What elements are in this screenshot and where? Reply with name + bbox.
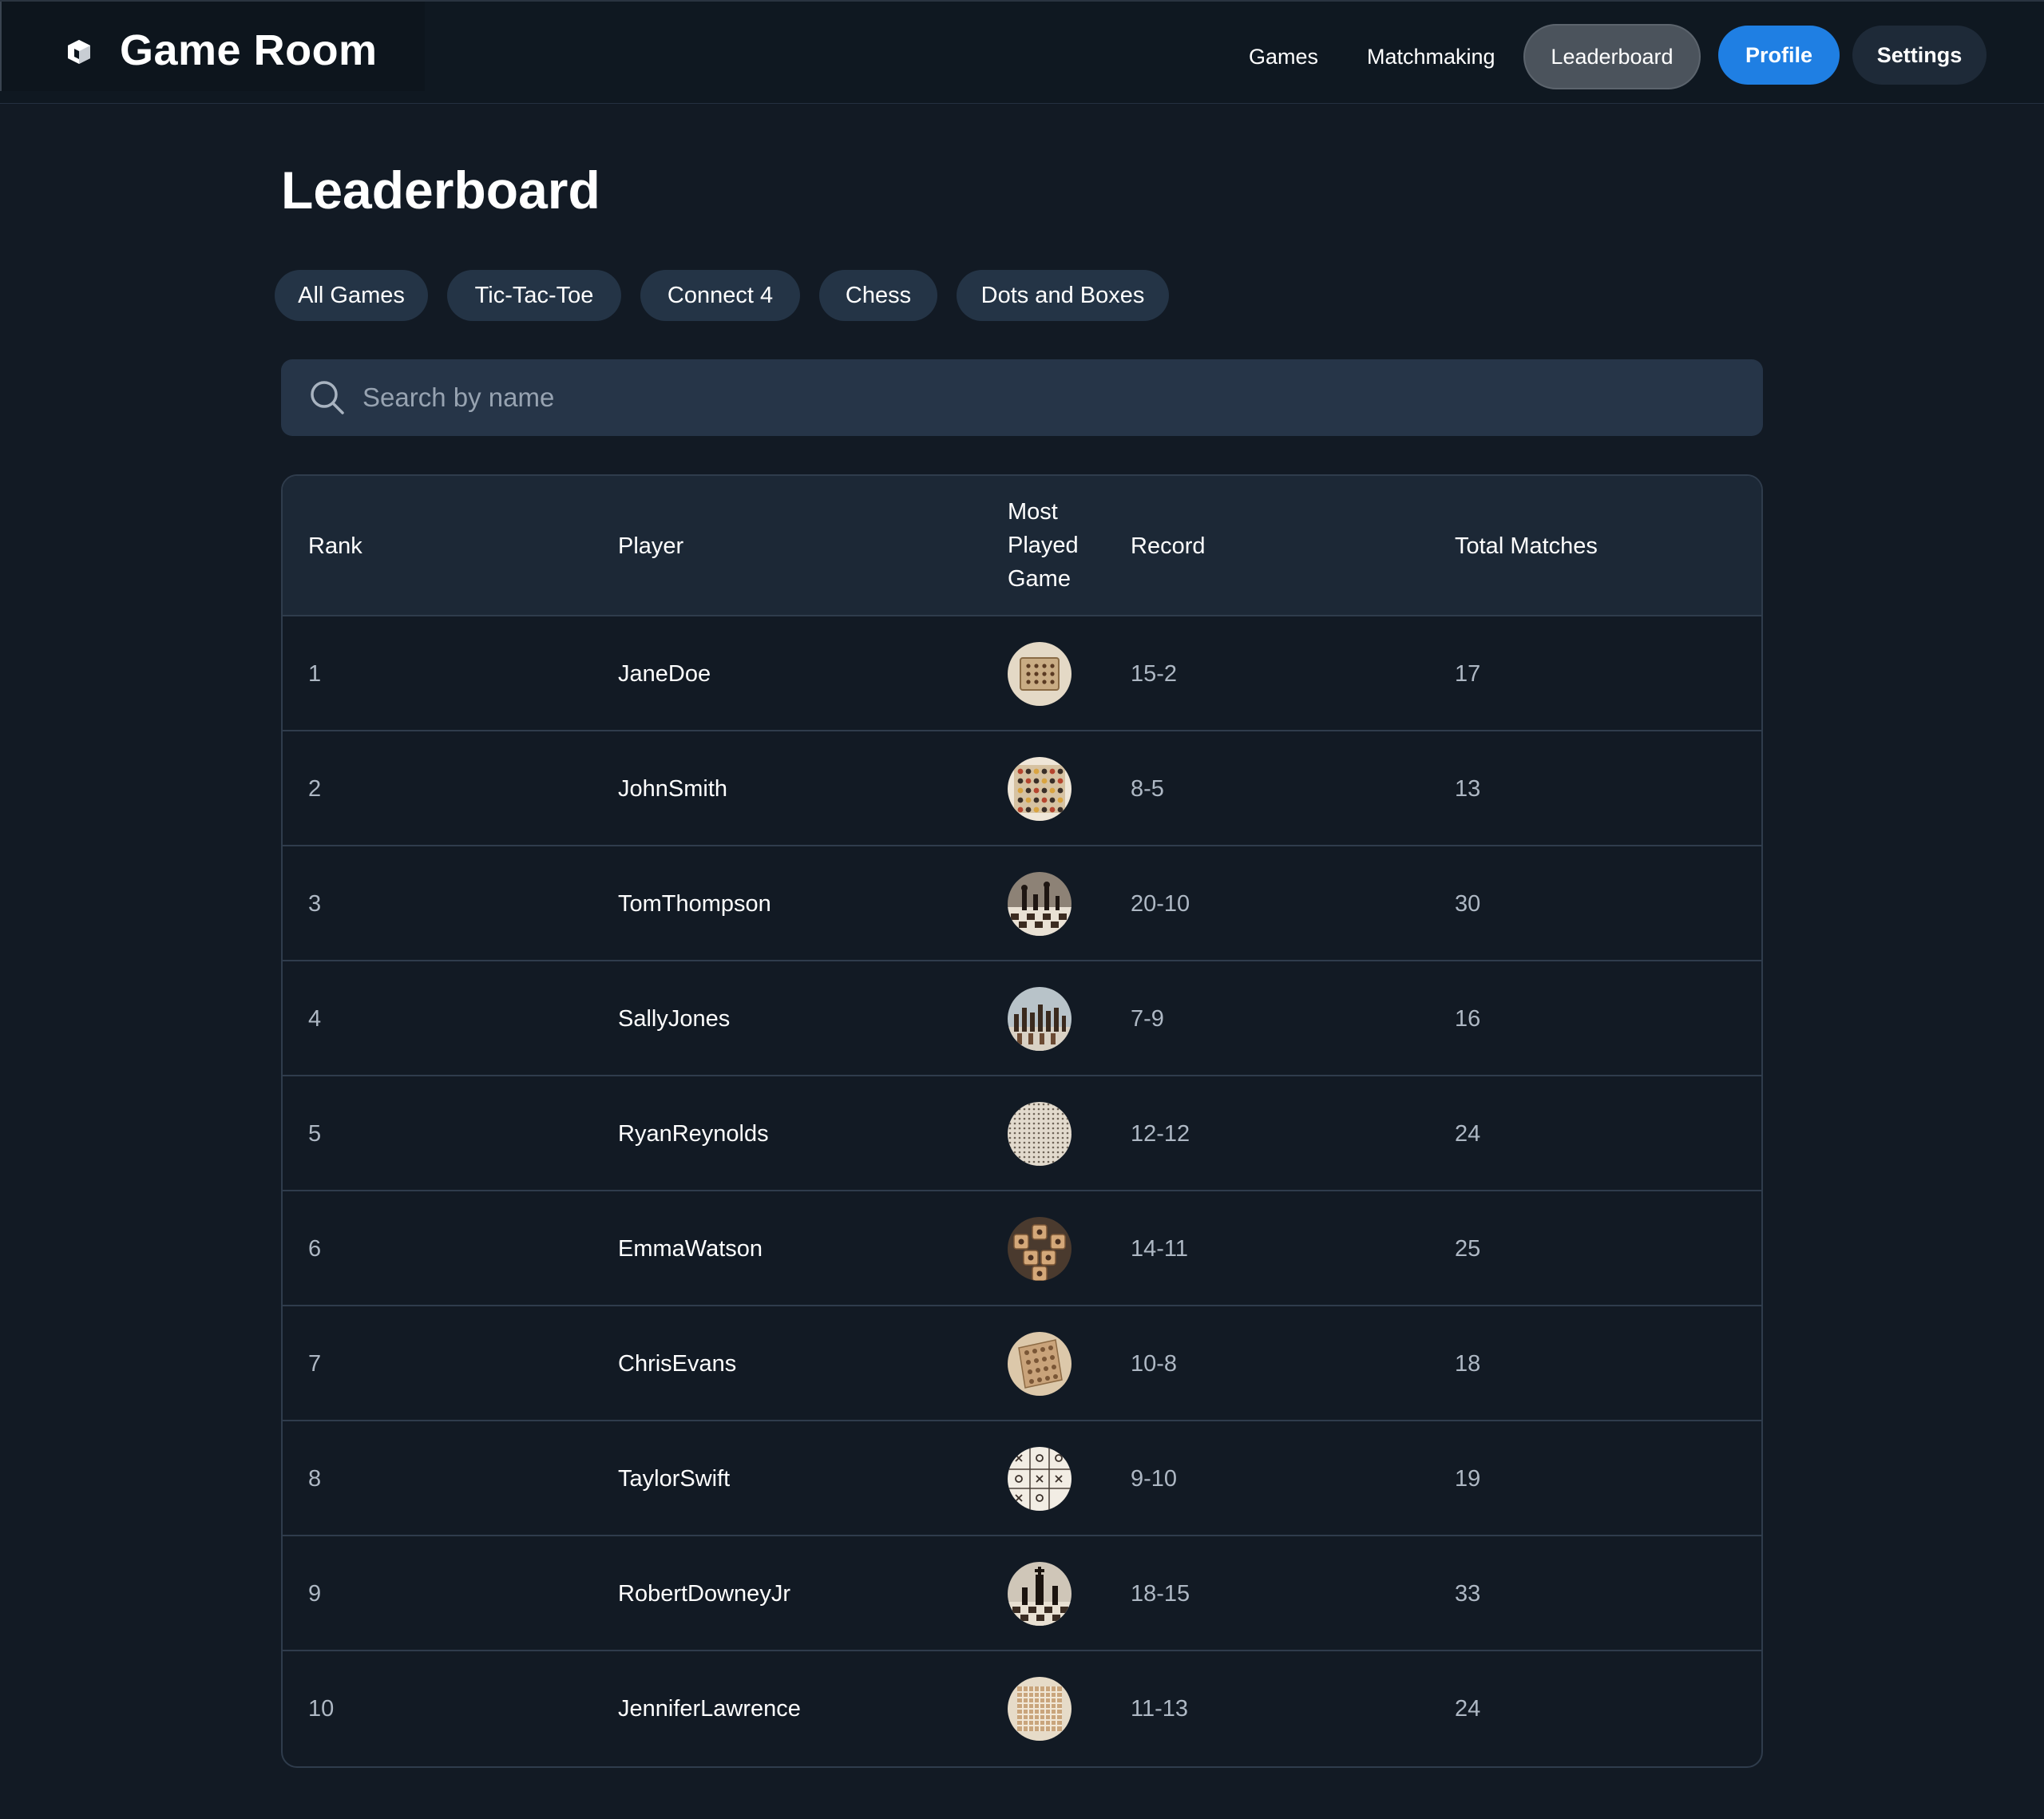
connect4-board-thumbnail (1008, 757, 1072, 821)
record-cell: 12-12 (1131, 1121, 1190, 1147)
nav-leaderboard[interactable]: Leaderboard (1523, 24, 1701, 89)
record-cell: 8-5 (1131, 776, 1164, 802)
player-name[interactable]: ChrisEvans (618, 1306, 736, 1421)
total-matches-cell: 13 (1455, 776, 1481, 802)
player-name[interactable]: RyanReynolds (618, 1076, 769, 1191)
rank-cell: 10 (308, 1696, 335, 1722)
search-icon (311, 381, 344, 414)
record-cell: 14-11 (1131, 1236, 1189, 1262)
dots-grid-thumbnail (1008, 1102, 1072, 1166)
nav-games[interactable]: Games (1249, 24, 1318, 89)
dots-board-thumbnail (1008, 642, 1072, 706)
leaderboard-table: Rank Player Most Played Game Record Tota… (281, 474, 1763, 1768)
column-most-played-game-line2[interactable]: Played (1008, 529, 1079, 562)
record-cell: 7-9 (1131, 1006, 1164, 1032)
record-cell: 20-10 (1131, 891, 1190, 917)
player-name[interactable]: RobertDowneyJr (618, 1536, 790, 1651)
record-cell: 15-2 (1131, 661, 1178, 687)
rank-cell: 6 (308, 1236, 322, 1262)
total-matches-cell: 17 (1455, 661, 1481, 687)
player-name[interactable]: EmmaWatson (618, 1191, 763, 1306)
record-cell: 10-8 (1131, 1351, 1178, 1377)
total-matches-cell: 33 (1455, 1581, 1481, 1607)
rank-cell: 5 (308, 1121, 322, 1147)
chess-board-thumbnail (1008, 872, 1072, 936)
player-name[interactable]: JenniferLawrence (618, 1651, 801, 1766)
wooden-blocks-thumbnail (1008, 1217, 1072, 1281)
cube-icon (68, 40, 90, 64)
player-name[interactable]: JohnSmith (618, 731, 727, 846)
brand[interactable]: Game Room (0, 2, 425, 91)
total-matches-cell: 18 (1455, 1351, 1481, 1377)
filter-chess[interactable]: Chess (819, 270, 937, 321)
table-row[interactable]: 5 RyanReynolds 12-12 24 (283, 1076, 1761, 1191)
total-matches-cell: 16 (1455, 1006, 1481, 1032)
total-matches-cell: 24 (1455, 1121, 1481, 1147)
column-rank[interactable]: Rank (308, 529, 362, 563)
table-row[interactable]: 2 JohnSmith 8-5 13 (283, 731, 1761, 846)
record-cell: 9-10 (1131, 1466, 1178, 1492)
top-nav-bar: Game Room Games Matchmaking Leaderboard … (0, 0, 2044, 104)
filter-connect-4[interactable]: Connect 4 (640, 270, 800, 321)
player-name[interactable]: TaylorSwift (618, 1421, 730, 1536)
table-row[interactable]: 4 SallyJones 7-9 16 (283, 961, 1761, 1076)
connect4-wood-thumbnail (1008, 1332, 1072, 1396)
tic-tac-toe-thumbnail (1008, 1447, 1072, 1511)
table-row[interactable]: 6 EmmaWatson 14-11 25 (283, 1191, 1761, 1306)
table-row[interactable]: 3 TomThompson 20-10 30 (283, 846, 1761, 961)
total-matches-cell: 25 (1455, 1236, 1481, 1262)
record-cell: 11-13 (1131, 1696, 1189, 1722)
total-matches-cell: 30 (1455, 891, 1481, 917)
table-row[interactable]: 1 JaneDoe 15-2 17 (283, 616, 1761, 731)
column-player[interactable]: Player (618, 529, 683, 563)
rank-cell: 8 (308, 1466, 322, 1492)
rank-cell: 1 (308, 661, 322, 687)
column-record[interactable]: Record (1131, 529, 1206, 563)
table-row[interactable]: 9 RobertDowneyJr 18-15 33 (283, 1536, 1761, 1651)
total-matches-cell: 24 (1455, 1696, 1481, 1722)
total-matches-cell: 19 (1455, 1466, 1481, 1492)
column-most-played-game-line3[interactable]: Game (1008, 562, 1071, 596)
wood-grid-thumbnail (1008, 1677, 1072, 1741)
table-row[interactable]: 7 ChrisEvans 10-8 18 (283, 1306, 1761, 1421)
app-title: Game Room (120, 26, 378, 74)
search-bar[interactable] (281, 359, 1763, 436)
player-name[interactable]: SallyJones (618, 961, 730, 1076)
profile-button[interactable]: Profile (1718, 26, 1840, 85)
filter-all-games[interactable]: All Games (275, 270, 428, 321)
nav-matchmaking[interactable]: Matchmaking (1367, 24, 1495, 89)
filter-dots-and-boxes[interactable]: Dots and Boxes (957, 270, 1169, 321)
player-name[interactable]: TomThompson (618, 846, 771, 961)
settings-button[interactable]: Settings (1852, 26, 1987, 85)
rank-cell: 7 (308, 1351, 322, 1377)
table-header: Rank Player Most Played Game Record Tota… (283, 476, 1761, 616)
filter-tic-tac-toe[interactable]: Tic-Tac-Toe (447, 270, 621, 321)
player-name[interactable]: JaneDoe (618, 616, 711, 731)
table-row[interactable]: 8 TaylorSwift 9-10 19 (283, 1421, 1761, 1536)
rank-cell: 2 (308, 776, 322, 802)
column-most-played-game-line1[interactable]: Most (1008, 495, 1058, 529)
rank-cell: 4 (308, 1006, 322, 1032)
rank-cell: 3 (308, 891, 322, 917)
table-row[interactable]: 10 JenniferLawrence 11-13 24 (283, 1651, 1761, 1766)
page-title: Leaderboard (281, 160, 600, 220)
chess-pieces-thumbnail (1008, 987, 1072, 1051)
record-cell: 18-15 (1131, 1581, 1190, 1607)
column-total-matches[interactable]: Total Matches (1455, 529, 1598, 563)
rank-cell: 9 (308, 1581, 322, 1607)
chess-king-thumbnail (1008, 1562, 1072, 1626)
search-input[interactable] (358, 359, 1731, 436)
